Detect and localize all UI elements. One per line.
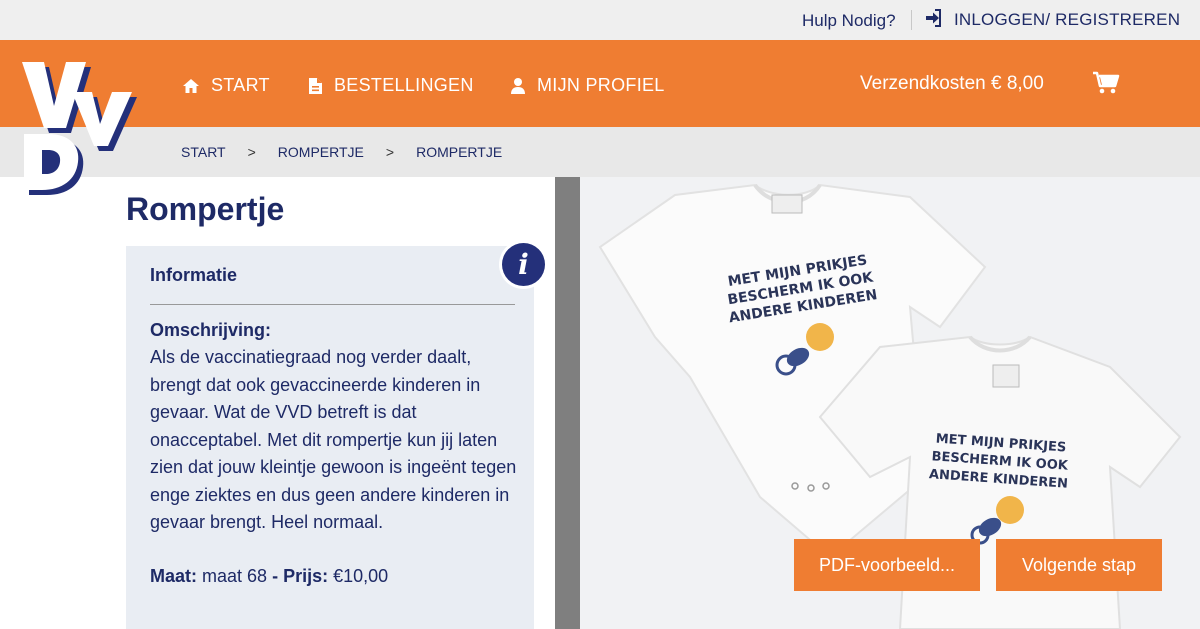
- product-info-panel: Informatie Omschrijving: Als de vaccinat…: [126, 246, 534, 629]
- nav-profile-label: MIJN PROFIEL: [537, 75, 665, 95]
- info-divider: [150, 304, 515, 305]
- topbar-divider: [911, 10, 912, 30]
- price-label: - Prijs:: [272, 566, 329, 586]
- home-icon: [183, 78, 199, 93]
- info-icon-glyph: i: [502, 243, 545, 286]
- vvd-logo[interactable]: [14, 56, 138, 196]
- sign-in-icon[interactable]: [924, 9, 942, 27]
- user-icon: [511, 78, 525, 94]
- breadcrumb-item-current[interactable]: ROMPERTJE: [416, 144, 502, 160]
- description-label: Omschrijving:: [150, 320, 272, 340]
- size-price-line: Maat: maat 68 - Prijs: €10,00: [150, 566, 388, 587]
- size-label: Maat:: [150, 566, 198, 586]
- pdf-preview-button[interactable]: PDF-voorbeeld...: [794, 539, 980, 591]
- cart-icon[interactable]: [1092, 71, 1120, 95]
- nav-orders-label: BESTELLINGEN: [334, 75, 474, 95]
- info-icon[interactable]: i: [499, 240, 548, 289]
- panel-divider: [555, 177, 580, 629]
- next-step-button[interactable]: Volgende stap: [996, 539, 1162, 591]
- breadcrumb-separator: >: [385, 144, 395, 160]
- product-description: Als de vaccinatiegraad nog verder daalt,…: [150, 347, 517, 532]
- price-value: €10,00: [333, 566, 389, 586]
- document-icon: [309, 77, 322, 94]
- login-register-link[interactable]: INLOGGEN/ REGISTREREN: [954, 10, 1180, 30]
- breadcrumb-separator: >: [247, 144, 256, 160]
- shipping-cost: Verzendkosten € 8,00: [860, 73, 1044, 94]
- nav-start[interactable]: START: [182, 75, 270, 96]
- page-title: Rompertje: [126, 191, 285, 227]
- breadcrumb-item-start[interactable]: START: [181, 144, 226, 160]
- top-utility-bar: Hulp Nodig? INLOGGEN/ REGISTREREN: [0, 0, 1200, 40]
- info-heading: Informatie: [150, 265, 238, 285]
- breadcrumb-bar: START > ROMPERTJE > ROMPERTJE: [0, 127, 1200, 177]
- size-value: maat 68: [202, 566, 268, 586]
- nav-start-label: START: [211, 75, 270, 95]
- main-navigation: START BESTELLINGEN MIJN PROFIEL Verzendk…: [0, 40, 1200, 127]
- breadcrumb: START > ROMPERTJE > ROMPERTJE: [181, 144, 502, 160]
- help-link[interactable]: Hulp Nodig?: [802, 11, 896, 31]
- breadcrumb-item-rompertje[interactable]: ROMPERTJE: [278, 144, 364, 160]
- nav-orders[interactable]: BESTELLINGEN: [308, 75, 474, 96]
- nav-profile[interactable]: MIJN PROFIEL: [510, 75, 665, 96]
